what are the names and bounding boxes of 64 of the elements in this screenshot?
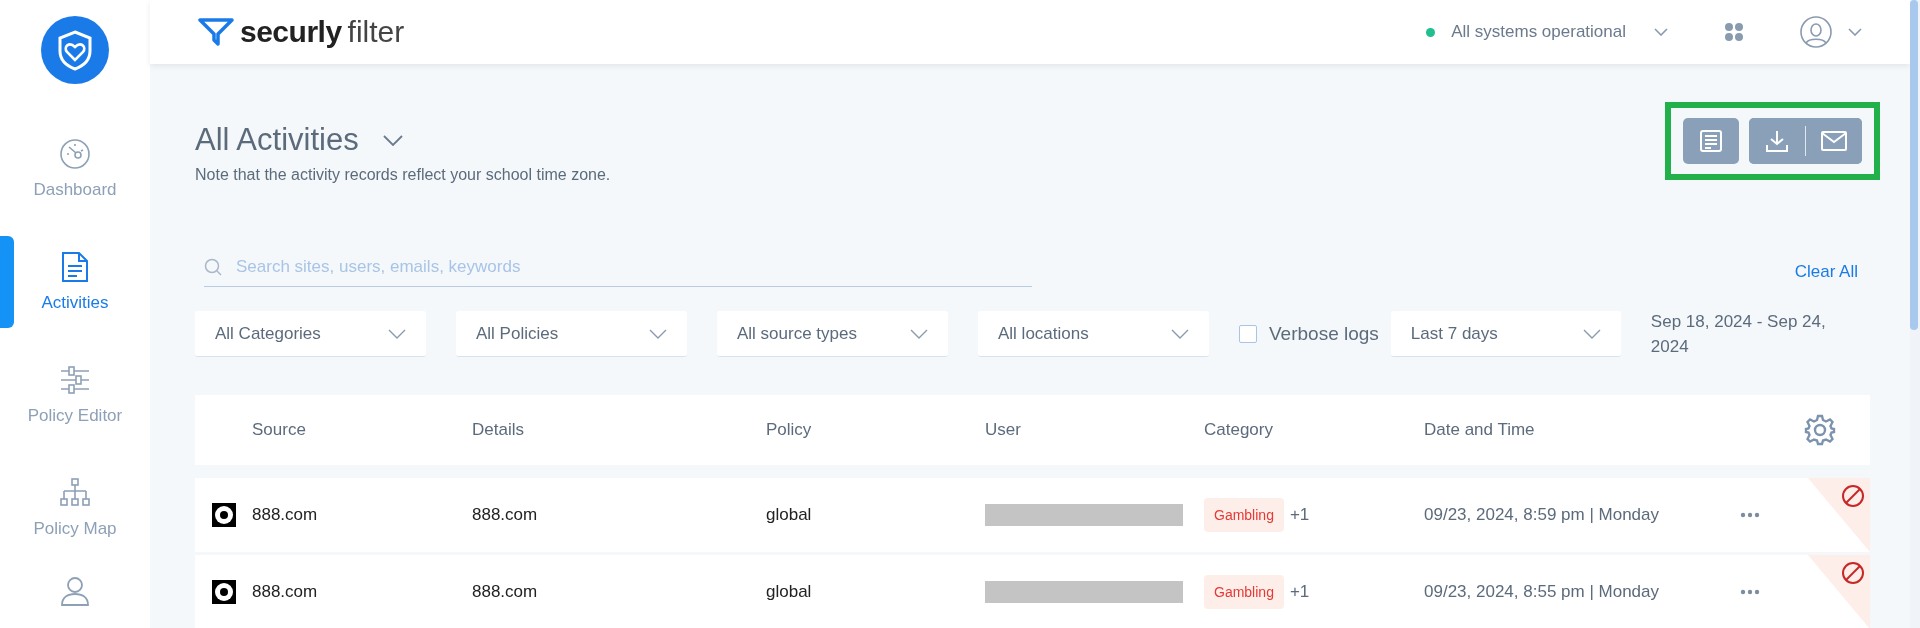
document-icon <box>61 251 89 283</box>
policy-cell-text: global <box>766 505 813 525</box>
date-range-dropdown[interactable]: Last 7 days <box>1390 311 1621 357</box>
filter-dropdown[interactable]: All source types <box>717 311 948 357</box>
download-icon <box>1765 129 1789 153</box>
person-icon <box>59 575 91 607</box>
column-header: Date and Time <box>1424 420 1536 440</box>
sidebar-item[interactable]: Activities <box>0 236 150 328</box>
verbose-logs-label: Verbose logs <box>1269 323 1379 345</box>
extra-category-count: +1 <box>1289 582 1310 602</box>
activity-row[interactable]: 888.com 888.com global Gambling +1 09/23, 2024, 8:55 pm | Monday <box>195 555 1870 628</box>
column-header: Policy <box>766 420 813 440</box>
sliders-icon <box>59 364 91 396</box>
avatar-icon[interactable] <box>1800 16 1832 48</box>
category-tag: Gambling <box>1204 498 1284 532</box>
filter-dropdown[interactable]: All Policies <box>456 311 687 357</box>
details-cell-text: 888.com <box>472 582 539 602</box>
clear-all-link[interactable]: Clear All <box>1794 261 1858 282</box>
email-icon <box>1821 130 1847 152</box>
report-icon <box>1699 129 1723 153</box>
chevron-down-icon[interactable] <box>1654 28 1668 36</box>
chevron-down-icon <box>1582 328 1601 339</box>
search-icon <box>204 258 222 276</box>
policy-cell-text: global <box>766 582 813 602</box>
more-options-icon[interactable] <box>1740 512 1760 518</box>
column-header: Details <box>472 420 525 440</box>
time-zone-note: Note that the activity records reflect your school time zone. <box>195 166 611 184</box>
chevron-down-icon[interactable] <box>382 134 403 146</box>
filter-dropdown[interactable]: All Categories <box>195 311 426 357</box>
search-field[interactable]: Search sites, users, emails, keywords <box>234 256 1032 278</box>
column-header: User <box>985 420 1022 440</box>
date-range-text: Sep 18, 2024 - Sep 24, 2024 <box>1650 311 1827 358</box>
column-header: Source <box>252 420 307 440</box>
apps-grid-icon[interactable] <box>1724 22 1744 42</box>
brand-logo-text: securly <box>240 15 342 49</box>
site-favicon-icon <box>211 503 236 527</box>
chevron-down-icon[interactable] <box>1848 28 1862 36</box>
category-tag: Gambling <box>1204 575 1284 609</box>
chevron-down-icon <box>649 328 667 339</box>
page-title: All Activities <box>195 122 359 158</box>
column-header: Category <box>1204 420 1274 440</box>
hierarchy-icon <box>59 477 91 509</box>
chevron-down-icon <box>910 328 928 339</box>
status-text: All systems operational <box>1451 22 1626 42</box>
scrollbar-thumb[interactable] <box>1910 0 1918 330</box>
funnel-logo-icon <box>198 18 234 46</box>
source-cell-text: 888.com <box>252 582 319 602</box>
date-time-cell-text: 09/23, 2024, 8:59 pm | Monday <box>1424 505 1661 525</box>
gauge-icon <box>59 138 91 170</box>
source-cell-text: 888.com <box>252 505 319 525</box>
more-options-icon[interactable] <box>1740 589 1760 595</box>
chevron-down-icon <box>388 328 406 339</box>
date-time-cell-text: 09/23, 2024, 8:55 pm | Monday <box>1424 582 1661 602</box>
filter-dropdown[interactable]: All locations <box>978 311 1209 357</box>
site-favicon-icon <box>211 580 236 604</box>
activity-row[interactable]: 888.com 888.com global Gambling +1 09/23, 2024, 8:59 pm | Monday <box>195 478 1870 552</box>
settings-icon[interactable] <box>1804 414 1836 446</box>
product-logo-text: filter <box>347 15 405 49</box>
report-button[interactable] <box>1683 118 1739 164</box>
verbose-logs-checkbox[interactable] <box>1239 325 1257 343</box>
extra-category-count: +1 <box>1289 505 1310 525</box>
details-cell-text: 888.com <box>472 505 539 525</box>
shield-heart-logo-icon <box>41 16 109 84</box>
chevron-down-icon <box>1171 328 1189 339</box>
